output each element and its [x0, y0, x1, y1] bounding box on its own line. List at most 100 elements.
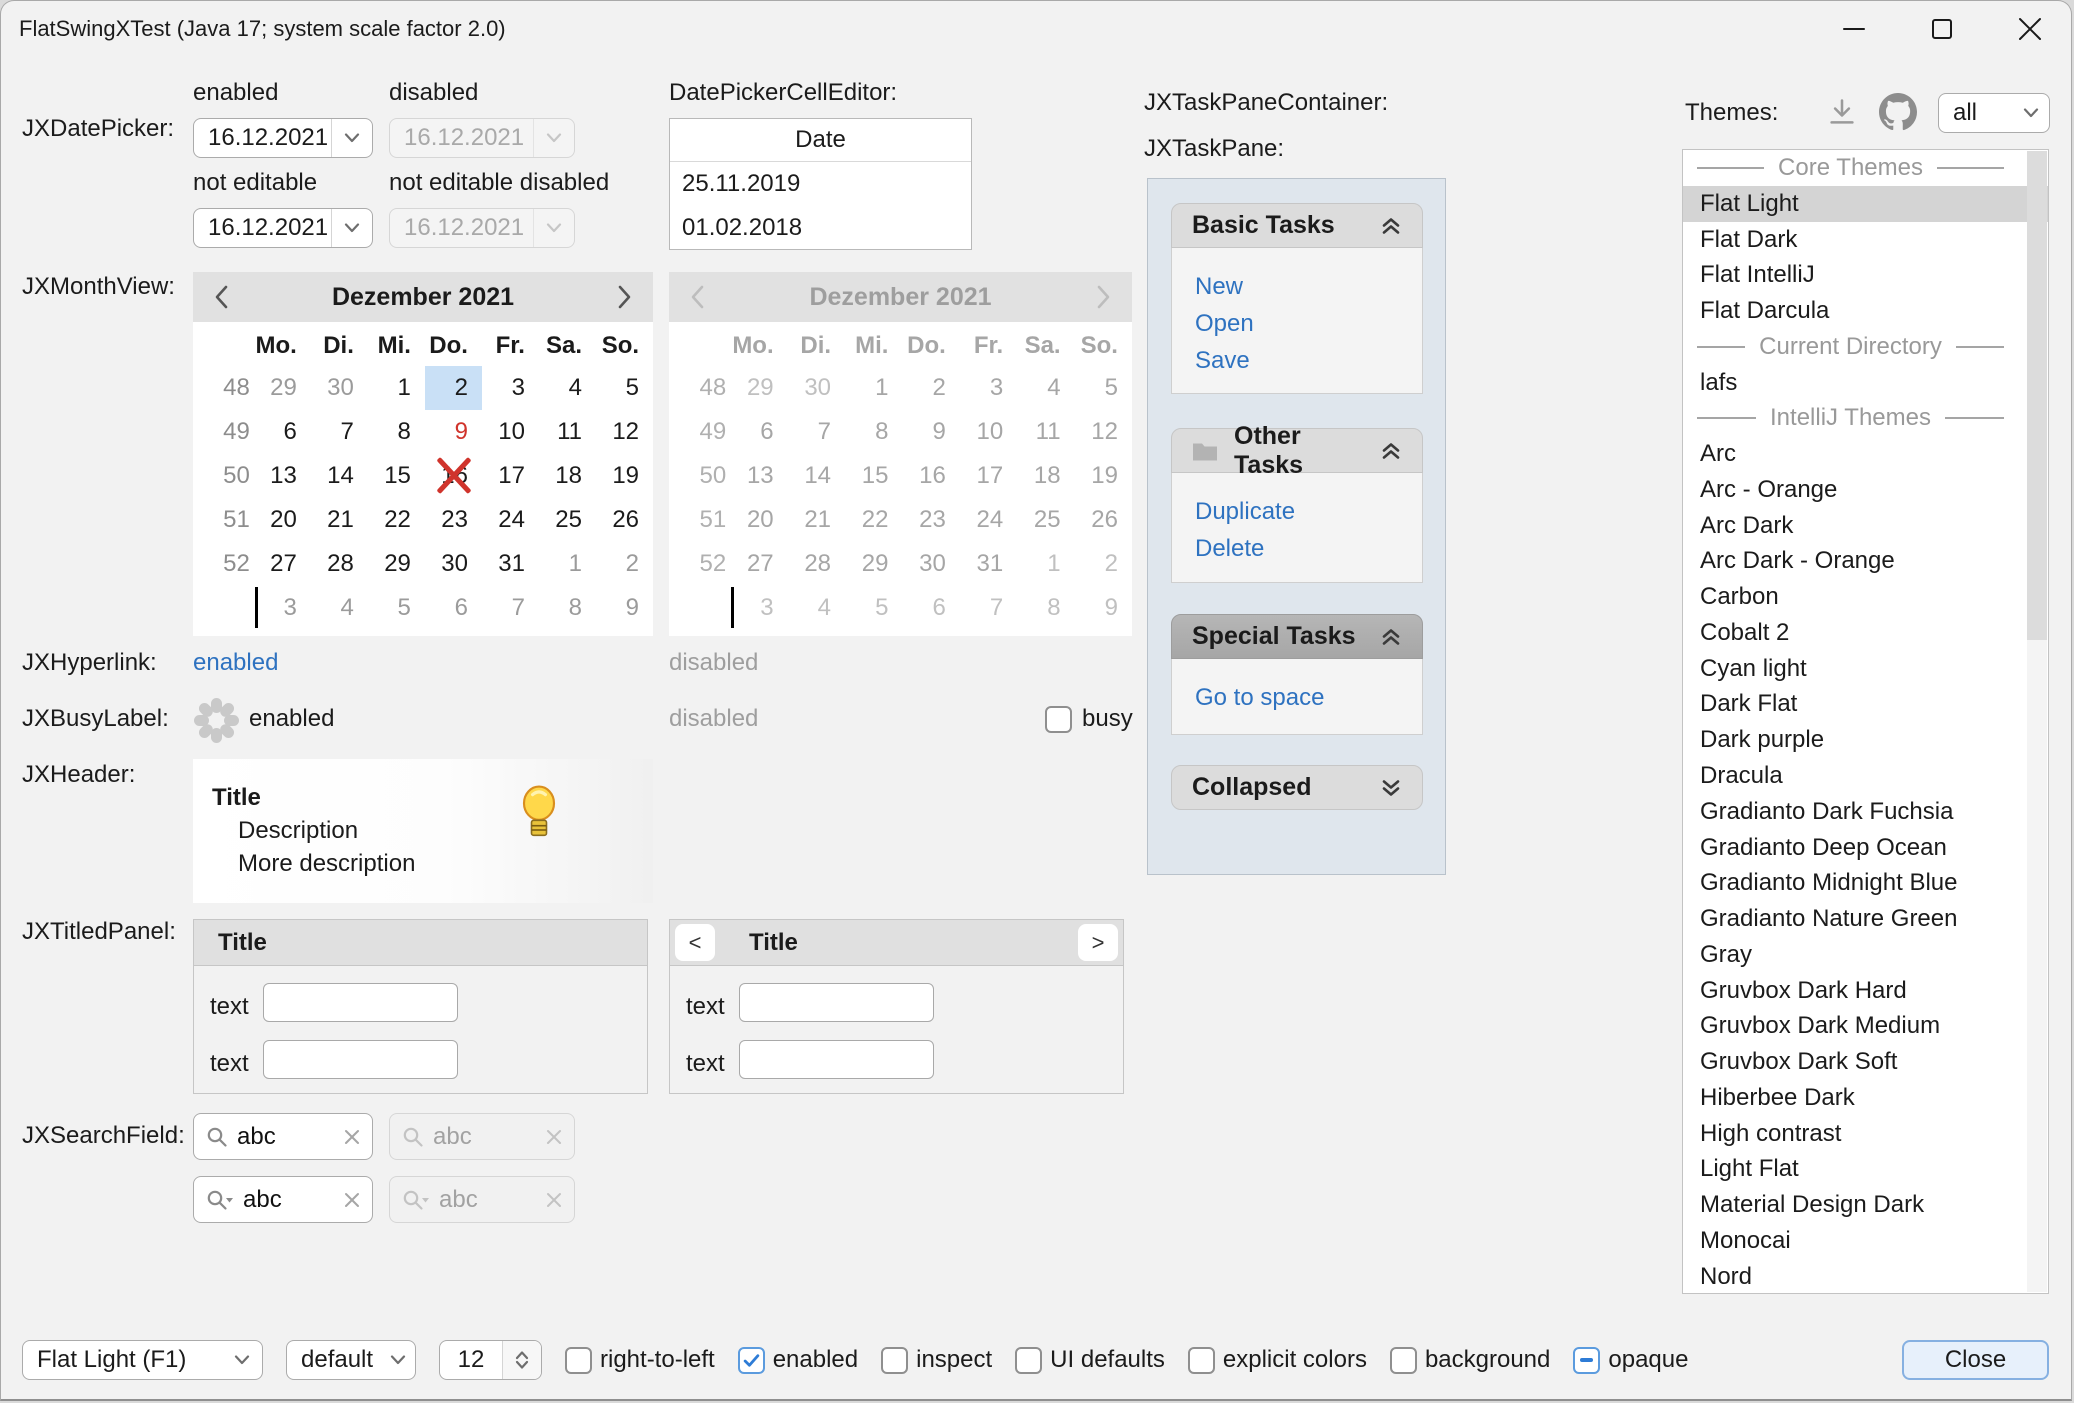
- close-window-button[interactable]: [1986, 1, 2072, 57]
- task-link[interactable]: Open: [1195, 305, 1422, 342]
- busy-checkbox[interactable]: [1045, 706, 1072, 733]
- checkbox-box[interactable]: [1015, 1347, 1042, 1374]
- close-button[interactable]: Close: [1902, 1340, 2049, 1380]
- calendar-day[interactable]: 1: [539, 542, 596, 586]
- theme-list-item[interactable]: Gradianto Nature Green: [1683, 901, 2048, 937]
- checkbox-inspect[interactable]: inspect: [881, 1346, 992, 1374]
- checkbox-explicit-colors[interactable]: explicit colors: [1188, 1346, 1367, 1374]
- theme-list-item[interactable]: Monocai: [1683, 1223, 2048, 1259]
- calendar-day[interactable]: 7: [311, 410, 368, 454]
- calendar-day[interactable]: 31: [482, 542, 539, 586]
- calendar-day[interactable]: 7: [482, 586, 539, 630]
- theme-list-item[interactable]: Hiberbee Dark: [1683, 1080, 2048, 1116]
- theme-list-item[interactable]: Cobalt 2: [1683, 615, 2048, 651]
- calendar-day[interactable]: 15: [368, 454, 425, 498]
- checkbox-box[interactable]: [881, 1347, 908, 1374]
- calendar-day[interactable]: 9: [596, 586, 653, 630]
- calendar-day[interactable]: 29: [368, 542, 425, 586]
- search-field-with-menu[interactable]: abc: [193, 1176, 373, 1223]
- theme-list-item[interactable]: Arc - Orange: [1683, 472, 2048, 508]
- calendar-day[interactable]: 3: [254, 586, 311, 630]
- calendar-day[interactable]: 23: [425, 498, 482, 542]
- calendar-day[interactable]: 17: [482, 454, 539, 498]
- datepicker-enabled-combo[interactable]: 16.12.2021: [193, 118, 373, 158]
- theme-list-item[interactable]: Arc Dark - Orange: [1683, 543, 2048, 579]
- calendar-day[interactable]: 6: [254, 410, 311, 454]
- text-input[interactable]: [263, 1040, 458, 1079]
- checkbox-ui-defaults[interactable]: UI defaults: [1015, 1346, 1165, 1374]
- calendar-day[interactable]: 3: [482, 366, 539, 410]
- calendar-day[interactable]: 4: [539, 366, 596, 410]
- next-month-button[interactable]: [597, 272, 653, 322]
- calendar-day[interactable]: 27: [254, 542, 311, 586]
- theme-list-item[interactable]: Material Design Dark: [1683, 1187, 2048, 1223]
- checkbox-box[interactable]: [1390, 1347, 1417, 1374]
- theme-list-item[interactable]: Gray: [1683, 937, 2048, 973]
- calendar-day[interactable]: 4: [311, 586, 368, 630]
- theme-list-item[interactable]: Flat Light: [1683, 186, 2048, 222]
- github-button[interactable]: [1879, 93, 1917, 138]
- datepicker-noteditable-combo[interactable]: 16.12.2021: [193, 208, 373, 248]
- taskpane-group-header[interactable]: Basic Tasks: [1171, 203, 1423, 248]
- titled-panel-left-button[interactable]: <: [675, 924, 715, 961]
- calendar-day[interactable]: 9: [425, 410, 482, 454]
- calendar-day[interactable]: 14: [311, 454, 368, 498]
- task-link[interactable]: New: [1195, 268, 1422, 305]
- theme-list-item[interactable]: High contrast: [1683, 1116, 2048, 1152]
- calendar-day[interactable]: 10: [482, 410, 539, 454]
- theme-list-item[interactable]: Gradianto Deep Ocean: [1683, 830, 2048, 866]
- text-input[interactable]: [739, 983, 934, 1022]
- task-link[interactable]: Save: [1195, 342, 1422, 379]
- font-size-spinner[interactable]: 12: [439, 1340, 542, 1380]
- themes-scrollbar[interactable]: [2027, 151, 2047, 1292]
- theme-list-item[interactable]: Gruvbox Dark Medium: [1683, 1008, 2048, 1044]
- theme-list-item[interactable]: lafs: [1683, 365, 2048, 401]
- taskpane-group-header[interactable]: Special Tasks: [1171, 614, 1423, 659]
- minimize-button[interactable]: [1810, 1, 1898, 57]
- clear-icon[interactable]: [344, 1192, 360, 1208]
- calendar-day[interactable]: 12: [596, 410, 653, 454]
- date-table-row[interactable]: 01.02.2018: [670, 206, 971, 250]
- calendar-day[interactable]: 21: [311, 498, 368, 542]
- calendar-day[interactable]: 13: [254, 454, 311, 498]
- checkbox-box[interactable]: [1188, 1347, 1215, 1374]
- theme-list-item[interactable]: Flat Darcula: [1683, 293, 2048, 329]
- theme-list-item[interactable]: Gruvbox Dark Hard: [1683, 973, 2048, 1009]
- chevron-down-icon[interactable]: [222, 1341, 262, 1379]
- checkbox-opaque[interactable]: opaque: [1573, 1346, 1688, 1374]
- maximize-button[interactable]: [1898, 1, 1986, 57]
- calendar-day[interactable]: 19: [596, 454, 653, 498]
- theme-list-item[interactable]: Gruvbox Dark Soft: [1683, 1044, 2048, 1080]
- calendar-day[interactable]: 5: [368, 586, 425, 630]
- checkbox-box[interactable]: [565, 1347, 592, 1374]
- calendar-day[interactable]: 30: [425, 542, 482, 586]
- taskpane-group-header[interactable]: Other Tasks: [1171, 428, 1423, 473]
- spinner-up-down-icon[interactable]: [502, 1341, 541, 1379]
- download-themes-button[interactable]: [1827, 97, 1857, 134]
- hyperlink-enabled[interactable]: enabled: [193, 649, 278, 677]
- themes-filter-combo[interactable]: all: [1938, 93, 2050, 133]
- task-link[interactable]: Go to space: [1195, 679, 1422, 716]
- calendar-day[interactable]: 11: [539, 410, 596, 454]
- theme-list-item[interactable]: Cyan light: [1683, 651, 2048, 687]
- calendar-day[interactable]: 28: [311, 542, 368, 586]
- checkbox-right-to-left[interactable]: right-to-left: [565, 1346, 715, 1374]
- theme-list-item[interactable]: Arc: [1683, 436, 2048, 472]
- calendar-day[interactable]: 2: [425, 366, 482, 410]
- themes-list[interactable]: Core ThemesFlat LightFlat DarkFlat Intel…: [1682, 149, 2049, 1294]
- theme-list-item[interactable]: Dark purple: [1683, 722, 2048, 758]
- date-table-row[interactable]: 25.11.2019: [670, 162, 971, 206]
- checkbox-enabled[interactable]: enabled: [738, 1346, 858, 1374]
- calendar-day[interactable]: 1: [368, 366, 425, 410]
- theme-list-item[interactable]: Dracula: [1683, 758, 2048, 794]
- scrollbar-thumb[interactable]: [2027, 151, 2047, 640]
- theme-list-item[interactable]: Light Flat: [1683, 1151, 2048, 1187]
- calendar-day[interactable]: 20: [254, 498, 311, 542]
- theme-list-item[interactable]: Flat IntelliJ: [1683, 257, 2048, 293]
- date-cell-editor-table[interactable]: Date 25.11.201901.02.2018: [669, 118, 972, 250]
- theme-list-item[interactable]: Dark Flat: [1683, 686, 2048, 722]
- calendar-day[interactable]: 8: [539, 586, 596, 630]
- theme-list-item[interactable]: Gradianto Dark Fuchsia: [1683, 794, 2048, 830]
- theme-list-item[interactable]: Nord: [1683, 1259, 2048, 1294]
- chevron-down-icon[interactable]: [331, 209, 372, 247]
